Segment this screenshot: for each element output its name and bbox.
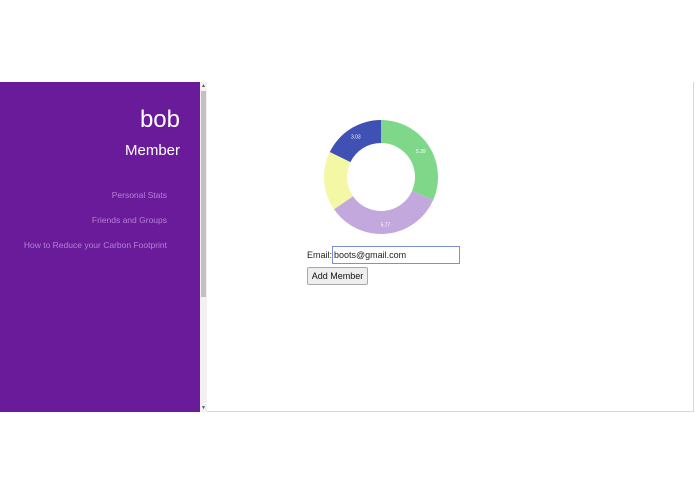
- vertical-scrollbar[interactable]: ▲ ▼: [200, 82, 207, 412]
- add-member-button[interactable]: Add Member: [307, 267, 368, 285]
- nav-reduce-carbon-footprint[interactable]: How to Reduce your Carbon Footprint: [24, 238, 167, 263]
- email-input[interactable]: [332, 246, 460, 264]
- scroll-down-arrow-icon[interactable]: ▼: [200, 404, 207, 412]
- footprint-donut-chart: 5.39 5.77 3.03: [324, 120, 438, 234]
- user-role: Member: [124, 142, 180, 159]
- scroll-up-arrow-icon[interactable]: ▲: [200, 82, 207, 90]
- nav-friends-and-groups[interactable]: Friends and Groups: [24, 213, 167, 238]
- sidebar: bob Member Personal Stats Friends and Gr…: [0, 82, 200, 412]
- donut-slice-0: [381, 120, 438, 200]
- donut-slice-label-0: 5.39: [416, 149, 426, 155]
- scrollbar-thumb[interactable]: [201, 91, 206, 297]
- user-name: bob: [139, 106, 180, 133]
- sidebar-nav: Personal Stats Friends and Groups How to…: [24, 188, 167, 263]
- donut-slice-label-1: 5.77: [381, 222, 391, 228]
- donut-slice-label-3: 3.03: [351, 135, 361, 141]
- nav-personal-stats[interactable]: Personal Stats: [24, 188, 167, 213]
- email-label: Email:: [307, 250, 333, 260]
